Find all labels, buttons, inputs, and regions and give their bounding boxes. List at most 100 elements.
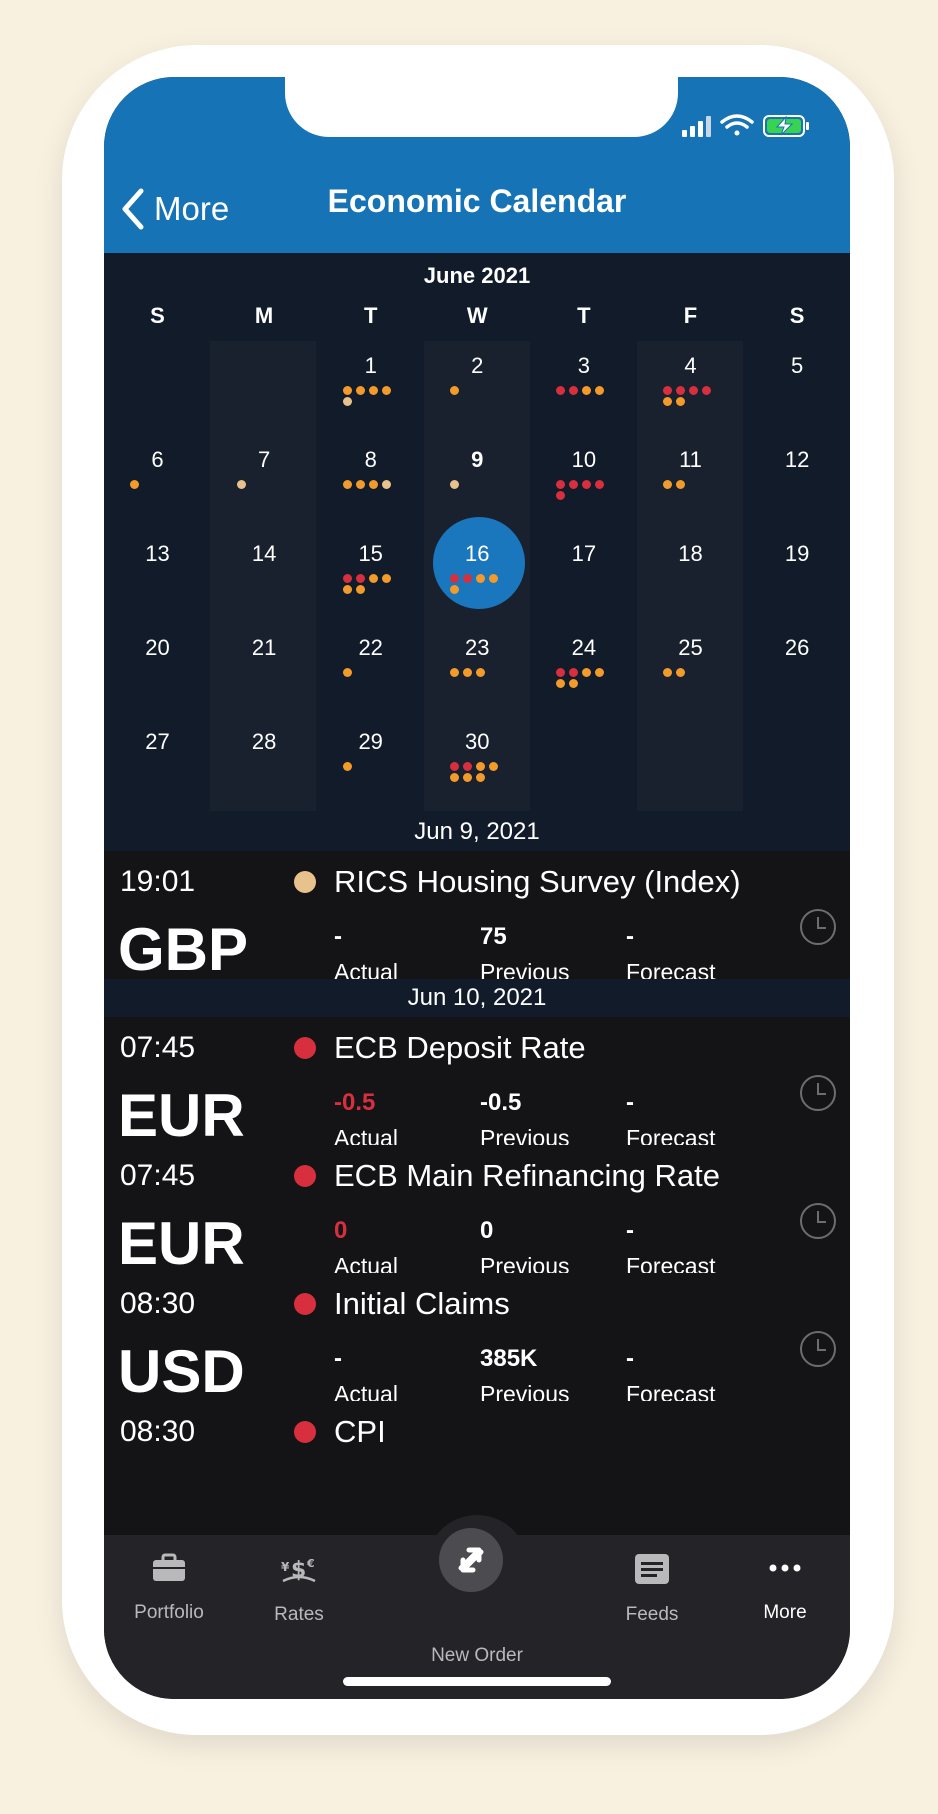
impact-dot [475, 773, 485, 782]
calendar-day-8[interactable]: 8 [317, 427, 424, 521]
day-number: 16 [465, 541, 490, 566]
calendar-day-28[interactable]: 28 [211, 709, 318, 803]
calendar-day-16[interactable]: 16 [424, 521, 531, 615]
tab-new-order-label-wrap[interactable]: New Order [362, 1645, 592, 1667]
forecast-value: - [626, 923, 634, 950]
event-name: RICS Housing Survey (Index) [334, 864, 741, 899]
impact-dot [382, 386, 392, 395]
calendar-day-4[interactable]: 4 [637, 333, 744, 427]
impact-dot [595, 480, 605, 489]
event-impact-dots [661, 667, 723, 678]
impact-dot [462, 668, 472, 677]
calendar-day-23[interactable]: 23 [424, 615, 531, 709]
calendar-day-9[interactable]: 9 [424, 427, 531, 521]
impact-dot [663, 668, 672, 677]
calendar-day-18[interactable]: 18 [637, 521, 744, 615]
calendar-day-22[interactable]: 22 [317, 615, 424, 709]
calendar-day-7[interactable]: 7 [211, 427, 318, 521]
impact-dot [382, 480, 392, 489]
impact-dot [462, 773, 472, 782]
tab-rates[interactable]: ¥ $ € Rates [234, 1553, 364, 1626]
impact-dot [676, 397, 685, 406]
tab-feeds[interactable]: Feeds [587, 1553, 717, 1626]
tab-label: Feeds [625, 1604, 679, 1625]
impact-dot [475, 668, 485, 677]
tab-more[interactable]: More [720, 1553, 850, 1624]
event-currency: GBP [118, 916, 249, 983]
calendar-day-2[interactable]: 2 [424, 333, 531, 427]
day-number: 29 [358, 729, 383, 754]
impact-dot [343, 762, 353, 771]
impact-dot [130, 480, 139, 489]
calendar-day-14[interactable]: 14 [211, 521, 318, 615]
impact-dot [356, 386, 366, 395]
day-number: 23 [465, 635, 490, 660]
tab-bar: Portfolio ¥ $ € Rates New Order Feeds More [104, 1515, 850, 1699]
calendar-day-10[interactable]: 10 [530, 427, 637, 521]
impact-dot [569, 668, 579, 677]
impact-dot [663, 480, 672, 489]
day-number: 24 [571, 635, 597, 660]
event-currency: USD [118, 1338, 245, 1405]
day-number: 19 [784, 541, 810, 566]
impact-dot [663, 386, 672, 395]
calendar-day-30[interactable]: 30 [424, 709, 531, 803]
impact-dot [356, 480, 366, 489]
cellular-signal-icon [682, 116, 711, 137]
event-impact-dots [448, 479, 510, 490]
calendar-day-12[interactable]: 12 [744, 427, 850, 521]
event-name: ECB Main Refinancing Rate [334, 1158, 720, 1193]
calendar-day-6[interactable]: 6 [104, 427, 211, 521]
calendar-day-17[interactable]: 17 [530, 521, 637, 615]
calendar-day-1[interactable]: 1 [317, 333, 424, 427]
weekday-label: T [363, 303, 378, 328]
economic-event-row[interactable]: 07:45 ECB Main Refinancing Rate EUR 0 0- Actu… [104, 1145, 850, 1291]
calendar-day-5[interactable]: 5 [744, 333, 850, 427]
impact-dot [343, 574, 353, 583]
reminder-clock-icon[interactable] [798, 1201, 838, 1246]
economic-event-row[interactable]: 07:45 ECB Deposit Rate EUR -0.5 -0.5- Actual P… [104, 1017, 850, 1163]
day-number: 3 [577, 353, 591, 378]
impact-dot [449, 386, 459, 395]
calendar-day-20[interactable]: 20 [104, 615, 211, 709]
currency-exchange-icon: ¥ $ € [281, 1557, 316, 1583]
swap-arrows-icon [458, 1547, 484, 1573]
weekday-label: S [789, 303, 805, 328]
impact-dot [676, 480, 685, 489]
calendar-day-29[interactable]: 29 [317, 709, 424, 803]
day-number: 12 [784, 447, 810, 472]
calendar-day-3[interactable]: 3 [530, 333, 637, 427]
reminder-clock-icon[interactable] [798, 907, 838, 952]
day-number: 5 [790, 353, 804, 378]
economic-event-row[interactable]: 08:30 Initial Claims USD -385K - Actual Previo… [104, 1273, 850, 1419]
calendar-day-21[interactable]: 21 [211, 615, 318, 709]
reminder-clock-icon[interactable] [798, 1073, 838, 1118]
calendar-day-15[interactable]: 15 [317, 521, 424, 615]
event-currency: EUR [118, 1210, 245, 1277]
day-number: 15 [358, 541, 383, 566]
actual-value: 0 [334, 1217, 348, 1244]
event-impact-dots [661, 385, 723, 407]
tab-portfolio[interactable]: Portfolio [104, 1553, 234, 1624]
battery-charging-icon [763, 115, 809, 137]
calendar-day-11[interactable]: 11 [637, 427, 744, 521]
new-order-button[interactable] [426, 1515, 528, 1617]
impact-dot [294, 1037, 316, 1059]
impact-dot [569, 386, 579, 395]
calendar-day-26[interactable]: 26 [744, 615, 850, 709]
calendar-day-27[interactable]: 27 [104, 709, 211, 803]
back-button[interactable]: More [120, 187, 229, 231]
impact-dot [556, 679, 566, 688]
impact-dot [294, 871, 316, 893]
day-number: 10 [571, 447, 597, 472]
event-name: Initial Claims [334, 1286, 510, 1321]
day-number: 18 [678, 541, 703, 566]
calendar-day-24[interactable]: 24 [530, 615, 637, 709]
home-indicator [343, 1677, 611, 1686]
reminder-clock-icon[interactable] [798, 1329, 838, 1374]
calendar-day-19[interactable]: 19 [744, 521, 850, 615]
app-screen: More Economic Calendar June 2021 S M T W T F S… [104, 77, 850, 1699]
calendar-day-13[interactable]: 13 [104, 521, 211, 615]
calendar-day-25[interactable]: 25 [637, 615, 744, 709]
economic-event-row[interactable]: 19:01 RICS Housing Survey (Index) GBP -75- A… [104, 851, 850, 997]
